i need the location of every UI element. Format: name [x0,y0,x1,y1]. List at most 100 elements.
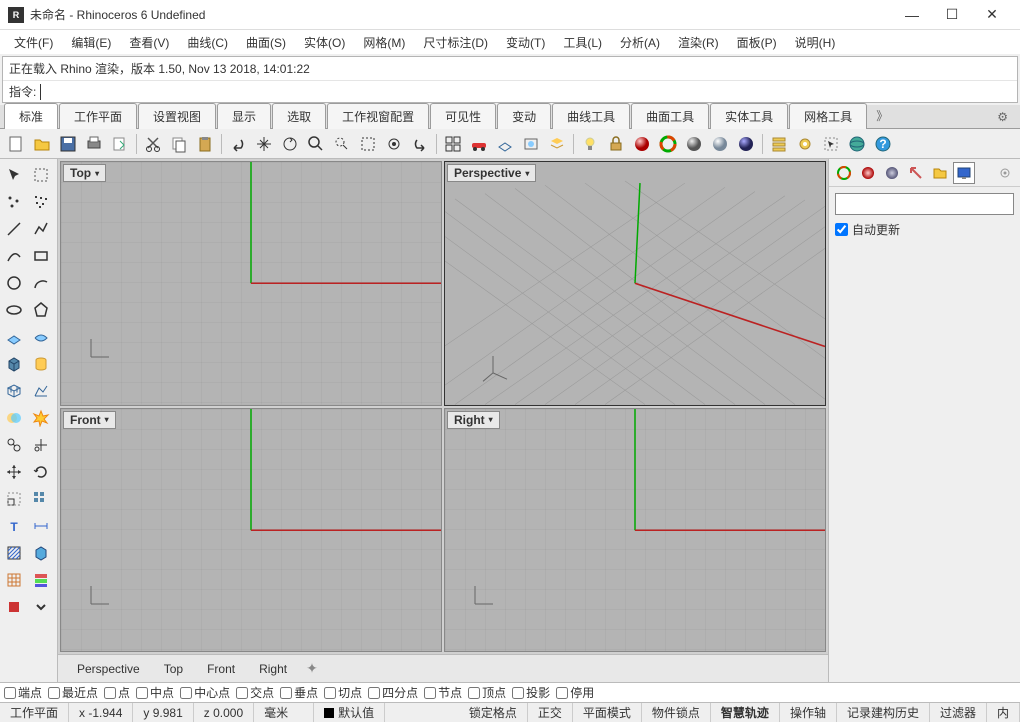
options-gear-icon[interactable] [793,132,817,156]
rotate-icon[interactable] [278,132,302,156]
tab-cplane[interactable]: 工作平面 [59,103,137,129]
menu-render[interactable]: 渲染(R) [670,31,727,54]
osnap-point[interactable]: 点 [104,684,130,701]
status-ortho[interactable]: 正交 [528,703,573,722]
viewport-front[interactable]: Front▾ [60,408,442,653]
zoom-window-icon[interactable] [356,132,380,156]
rp-tab-texture-icon[interactable] [905,162,927,184]
text-icon[interactable]: T [2,514,26,538]
osnap-center[interactable]: 中心点 [180,684,230,701]
copy-icon[interactable] [167,132,191,156]
status-extra[interactable]: 内 [987,703,1020,722]
menu-help[interactable]: 说明(H) [787,31,844,54]
viewport-perspective-label[interactable]: Perspective▾ [447,164,536,182]
pointer-icon[interactable] [2,163,26,187]
status-units[interactable]: 毫米 [254,703,314,722]
explode-icon[interactable] [29,406,53,430]
status-cplane[interactable]: 工作平面 [0,703,69,722]
render-ring-icon[interactable] [656,132,680,156]
viewport-top-label[interactable]: Top▾ [63,164,106,182]
status-smarttrack[interactable]: 智慧轨迹 [711,703,780,722]
menu-solid[interactable]: 实体(O) [296,31,353,54]
pan-icon[interactable] [252,132,276,156]
status-gridsnap[interactable]: 锁定格点 [459,703,528,722]
globe-icon[interactable] [845,132,869,156]
tab-transform[interactable]: 变动 [497,103,551,129]
viewport-right-label[interactable]: Right▾ [447,411,500,429]
mesh-icon[interactable] [2,379,26,403]
right-panel-search[interactable] [835,193,1014,215]
cplane-icon[interactable] [493,132,517,156]
four-viewport-icon[interactable] [441,132,465,156]
new-icon[interactable] [4,132,28,156]
block-icon[interactable] [29,541,53,565]
rp-tab-material-icon[interactable] [857,162,879,184]
cut-icon[interactable] [141,132,165,156]
undo-icon[interactable] [226,132,250,156]
rotate-tool-icon[interactable] [29,460,53,484]
redo-view-icon[interactable] [408,132,432,156]
status-filter[interactable]: 过滤器 [930,703,987,722]
rp-tab-display-icon[interactable] [953,162,975,184]
zoom-extents-icon[interactable] [330,132,354,156]
auto-update-checkbox[interactable]: 自动更新 [835,221,1014,238]
curve-icon[interactable] [2,244,26,268]
menu-edit[interactable]: 编辑(E) [63,31,119,54]
menu-analyze[interactable]: 分析(A) [612,31,668,54]
select-icon[interactable] [819,132,843,156]
tabs-overflow[interactable]: 》 [868,103,896,128]
polygon-icon[interactable] [29,298,53,322]
hatch-icon[interactable] [2,541,26,565]
vptab-right[interactable]: Right [248,658,298,680]
scale-icon[interactable] [2,487,26,511]
dimension-icon[interactable] [29,514,53,538]
render-sphere-blue-icon[interactable] [734,132,758,156]
open-icon[interactable] [30,132,54,156]
status-planar[interactable]: 平面模式 [573,703,642,722]
surface-edit-icon[interactable] [29,325,53,349]
menu-panel[interactable]: 面板(P) [729,31,785,54]
properties-icon[interactable] [767,132,791,156]
menu-tools[interactable]: 工具(L) [555,31,610,54]
minimize-button[interactable]: — [892,1,932,29]
menu-file[interactable]: 文件(F) [6,31,61,54]
osnap-mid[interactable]: 中点 [136,684,174,701]
grid-icon[interactable] [2,568,26,592]
rp-tab-gear-icon[interactable] [994,162,1016,184]
box-icon[interactable] [2,352,26,376]
tab-meshtools[interactable]: 网格工具 [789,103,867,129]
viewport-right[interactable]: Right▾ [444,408,826,653]
menu-dimension[interactable]: 尺寸标注(D) [415,31,496,54]
menu-curve[interactable]: 曲线(C) [179,31,236,54]
close-button[interactable]: ✕ [972,1,1012,29]
help-icon[interactable]: ? [871,132,895,156]
zoom-icon[interactable] [304,132,328,156]
status-layer[interactable]: 默认值 [314,703,385,722]
vptab-perspective[interactable]: Perspective [66,658,151,680]
zoom-selected-icon[interactable] [382,132,406,156]
rp-tab-environment-icon[interactable] [881,162,903,184]
vptab-add-button[interactable]: ✦ [300,657,324,680]
render-sphere-red-icon[interactable] [630,132,654,156]
named-view-icon[interactable] [519,132,543,156]
save-icon[interactable] [56,132,80,156]
line-icon[interactable] [2,217,26,241]
more-icon[interactable] [29,595,53,619]
circle-icon[interactable] [2,271,26,295]
print-icon[interactable] [82,132,106,156]
menu-view[interactable]: 查看(V) [121,31,177,54]
move-icon[interactable] [2,460,26,484]
cylinder-icon[interactable] [29,352,53,376]
status-osnap[interactable]: 物件锁点 [642,703,711,722]
lock-icon[interactable] [604,132,628,156]
menu-transform[interactable]: 变动(T) [498,31,553,54]
command-input[interactable] [40,84,1011,100]
pointcloud-icon[interactable] [29,190,53,214]
rectangle-icon[interactable] [29,244,53,268]
menu-mesh[interactable]: 网格(M) [355,31,413,54]
ellipse-icon[interactable] [2,298,26,322]
render-sphere-grey-icon[interactable] [682,132,706,156]
osnap-tan[interactable]: 切点 [324,684,362,701]
tab-viewport[interactable]: 工作视窗配置 [327,103,429,129]
tab-select[interactable]: 选取 [272,103,326,129]
